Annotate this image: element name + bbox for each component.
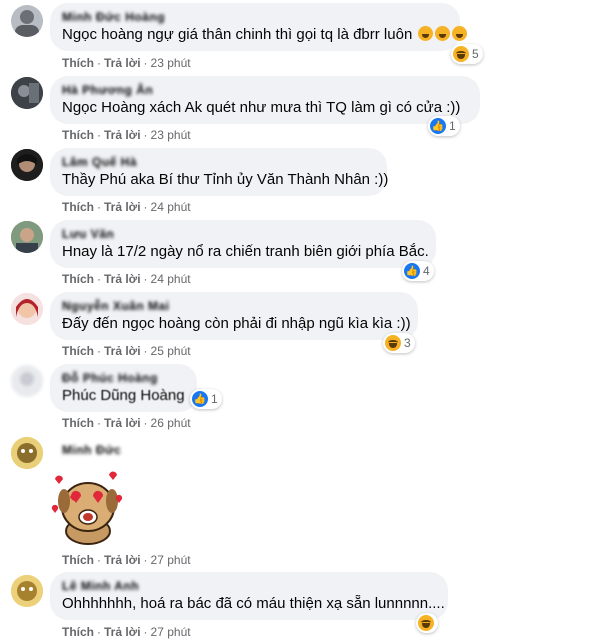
avatar-photo-icon: [11, 77, 43, 109]
avatar-photo-icon: [11, 437, 43, 469]
comment-actions: Thích · Trả lời · 24 phút: [62, 272, 191, 286]
haha-reaction-icon: [418, 615, 434, 631]
laughing-emoji-icon: [435, 26, 451, 41]
like-link[interactable]: Thích: [62, 128, 94, 142]
reaction-badge[interactable]: 5: [451, 44, 483, 64]
reaction-badge[interactable]: 👍 4: [402, 261, 434, 281]
commenter-name[interactable]: Lê Minh Anh: [62, 579, 436, 593]
comment-text: Hnay là 17/2 ngày nổ ra chiến tranh biên…: [62, 243, 429, 260]
reaction-badge[interactable]: 3: [383, 333, 415, 353]
commenter-name[interactable]: Đỗ Phúc Hoàng: [62, 371, 185, 385]
like-link[interactable]: Thích: [62, 625, 94, 639]
like-reaction-icon: 👍: [404, 263, 420, 279]
avatar[interactable]: [11, 575, 43, 607]
timestamp[interactable]: 26 phút: [151, 416, 191, 430]
timestamp[interactable]: 27 phút: [151, 625, 191, 639]
reaction-badge[interactable]: 👍 1: [190, 389, 222, 409]
reply-link[interactable]: Trả lời: [104, 56, 141, 70]
timestamp[interactable]: 24 phút: [151, 200, 191, 214]
reply-link[interactable]: Trả lời: [104, 553, 141, 567]
commenter-name[interactable]: Lưu Văn: [62, 227, 424, 241]
comment-actions: Thích · Trả lời · 23 phút: [62, 128, 191, 142]
like-reaction-icon: 👍: [192, 391, 208, 407]
comment-bubble: Nguyễn Xuân Mai Đấy đến ngọc hoàng còn p…: [50, 292, 418, 340]
commenter-name[interactable]: Nguyễn Xuân Mai: [62, 299, 406, 313]
reaction-count: 1: [211, 392, 218, 406]
reply-link[interactable]: Trả lời: [104, 200, 141, 214]
commenter-name[interactable]: Minh Đức Hoàng: [62, 10, 448, 24]
avatar[interactable]: [11, 293, 43, 325]
haha-reaction-icon: [453, 46, 469, 62]
avatar-photo-icon: [11, 293, 43, 325]
comment-actions: Thích · Trả lời · 24 phút: [62, 200, 191, 214]
comment-actions: Thích · Trả lời · 23 phút: [62, 56, 191, 70]
like-reaction-icon: 👍: [430, 118, 446, 134]
reply-link[interactable]: Trả lời: [104, 416, 141, 430]
reaction-badge[interactable]: 👍 1: [428, 116, 460, 136]
comment-bubble: Hà Phương Ân Ngọc Hoàng xách Ak quét như…: [50, 76, 480, 124]
avatar-photo-icon: [11, 221, 43, 253]
comment-actions: Thích · Trả lời · 25 phút: [62, 344, 191, 358]
commenter-name[interactable]: Hà Phương Ân: [62, 83, 468, 97]
commenter-name[interactable]: Minh Đức: [62, 443, 121, 457]
comment-text: Đấy đến ngọc hoàng còn phải đi nhập ngũ …: [62, 315, 411, 332]
sticker-image[interactable]: [50, 467, 126, 545]
timestamp[interactable]: 23 phút: [151, 128, 191, 142]
avatar[interactable]: [11, 365, 43, 397]
comment-text: Phúc Dũng Hoàng: [62, 387, 185, 404]
reaction-badge[interactable]: [416, 613, 438, 633]
comment-text: Ngọc hoàng ngự giá thân chinh thì gọi tq…: [62, 26, 413, 43]
timestamp[interactable]: 24 phút: [151, 272, 191, 286]
reaction-count: 5: [472, 47, 479, 61]
timestamp[interactable]: 27 phút: [151, 553, 191, 567]
comment-text: Ohhhhhhh, hoá ra bác đã có máu thiện xạ …: [62, 595, 445, 612]
like-link[interactable]: Thích: [62, 200, 94, 214]
laughing-emoji-icon: [418, 26, 434, 41]
avatar[interactable]: [11, 437, 43, 469]
avatar-photo-icon: [11, 365, 43, 397]
timestamp[interactable]: 23 phút: [151, 56, 191, 70]
avatar-photo-icon: [11, 575, 43, 607]
avatar-photo-icon: [11, 149, 43, 181]
reaction-count: 3: [404, 336, 411, 350]
comment-actions: Thích · Trả lời · 27 phút: [62, 625, 191, 639]
avatar[interactable]: [11, 77, 43, 109]
like-link[interactable]: Thích: [62, 272, 94, 286]
avatar[interactable]: [11, 5, 43, 37]
like-link[interactable]: Thích: [62, 344, 94, 358]
comment-bubble: Đỗ Phúc Hoàng Phúc Dũng Hoàng: [50, 364, 197, 412]
haha-reaction-icon: [385, 335, 401, 351]
reaction-count: 1: [449, 119, 456, 133]
comment-actions: Thích · Trả lời · 27 phút: [62, 553, 191, 567]
comment-actions: Thích · Trả lời · 26 phút: [62, 416, 191, 430]
comment-bubble: Lâm Quế Hà Thầy Phú aka Bí thư Tỉnh ủy V…: [50, 148, 389, 196]
like-link[interactable]: Thích: [62, 416, 94, 430]
reply-link[interactable]: Trả lời: [104, 272, 141, 286]
reaction-count: 4: [423, 264, 430, 278]
avatar[interactable]: [11, 149, 43, 181]
timestamp[interactable]: 25 phút: [151, 344, 191, 358]
like-link[interactable]: Thích: [62, 56, 94, 70]
comment-bubble: Lưu Văn Hnay là 17/2 ngày nổ ra chiến tr…: [50, 220, 436, 268]
comment-text: Thầy Phú aka Bí thư Tỉnh ủy Văn Thành Nh…: [62, 171, 389, 188]
comment-text: Ngọc Hoàng xách Ak quét như mưa thì TQ l…: [62, 99, 461, 116]
avatar-photo-icon: [15, 10, 39, 37]
laughing-emoji-icon: [452, 26, 468, 41]
comment-bubble: Lê Minh Anh Ohhhhhhh, hoá ra bác đã có m…: [50, 572, 448, 620]
commenter-name[interactable]: Lâm Quế Hà: [62, 155, 375, 169]
avatar[interactable]: [11, 221, 43, 253]
reply-link[interactable]: Trả lời: [104, 128, 141, 142]
heart-eyes-dog-sticker-icon: [51, 471, 123, 545]
reply-link[interactable]: Trả lời: [104, 625, 141, 639]
comment-bubble: Minh Đức Hoàng Ngọc hoàng ngự giá thân c…: [50, 3, 468, 51]
reply-link[interactable]: Trả lời: [104, 344, 141, 358]
like-link[interactable]: Thích: [62, 553, 94, 567]
